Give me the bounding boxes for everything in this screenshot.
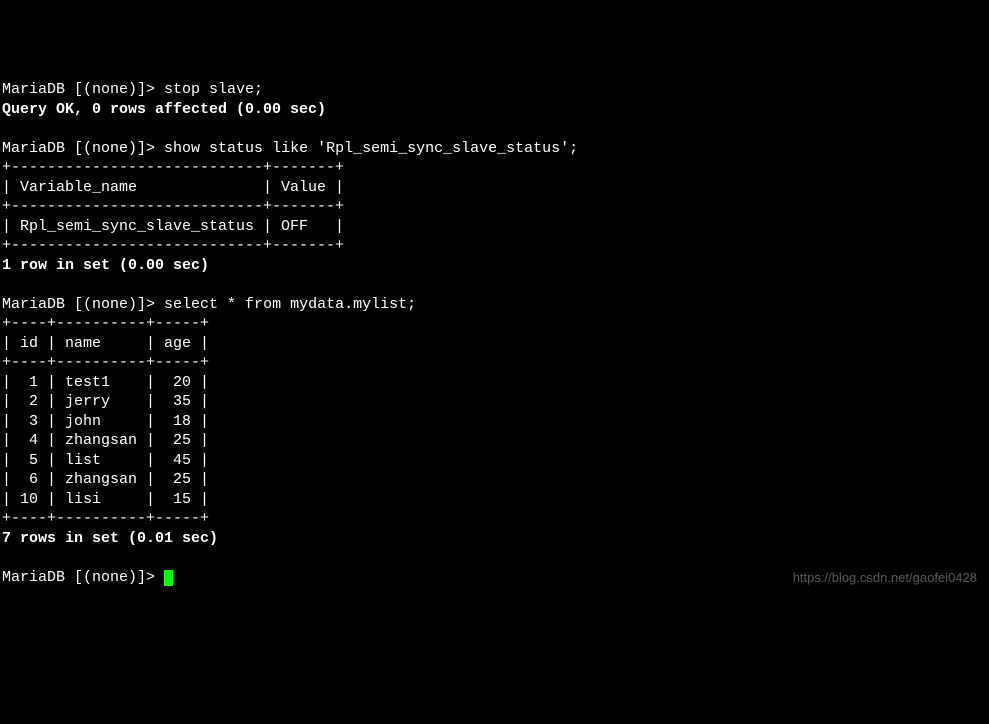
- table-1-border: +----------------------------+-------+: [2, 159, 344, 176]
- result-1: Query OK, 0 rows affected (0.00 sec): [2, 101, 326, 118]
- table-1-row: | Rpl_semi_sync_slave_status | OFF |: [2, 218, 344, 235]
- prompt: MariaDB [(none)]>: [2, 140, 155, 157]
- table-2-border: +----+----------+-----+: [2, 510, 209, 527]
- result-2: 1 row in set (0.00 sec): [2, 257, 209, 274]
- table-row: | 2 | jerry | 35 |: [2, 393, 209, 410]
- table-2-border: +----+----------+-----+: [2, 354, 209, 371]
- cursor[interactable]: [164, 570, 173, 586]
- table-row: | 5 | list | 45 |: [2, 452, 209, 469]
- result-3: 7 rows in set (0.01 sec): [2, 530, 218, 547]
- table-1-border: +----------------------------+-------+: [2, 237, 344, 254]
- table-row: | 6 | zhangsan | 25 |: [2, 471, 209, 488]
- prompt: MariaDB [(none)]>: [2, 81, 155, 98]
- table-2-border: +----+----------+-----+: [2, 315, 209, 332]
- table-1-header: | Variable_name | Value |: [2, 179, 344, 196]
- terminal-output: MariaDB [(none)]> stop slave; Query OK, …: [2, 80, 987, 587]
- table-2-header: | id | name | age |: [2, 335, 209, 352]
- table-row: | 10 | lisi | 15 |: [2, 491, 209, 508]
- command-3: select * from mydata.mylist;: [164, 296, 416, 313]
- prompt: MariaDB [(none)]>: [2, 296, 155, 313]
- prompt: MariaDB [(none)]>: [2, 569, 155, 586]
- table-row: | 3 | john | 18 |: [2, 413, 209, 430]
- command-2: show status like 'Rpl_semi_sync_slave_st…: [164, 140, 578, 157]
- command-1: stop slave;: [164, 81, 263, 98]
- table-row: | 4 | zhangsan | 25 |: [2, 432, 209, 449]
- watermark: https://blog.csdn.net/gaofei0428: [793, 570, 977, 587]
- table-1-border: +----------------------------+-------+: [2, 198, 344, 215]
- table-row: | 1 | test1 | 20 |: [2, 374, 209, 391]
